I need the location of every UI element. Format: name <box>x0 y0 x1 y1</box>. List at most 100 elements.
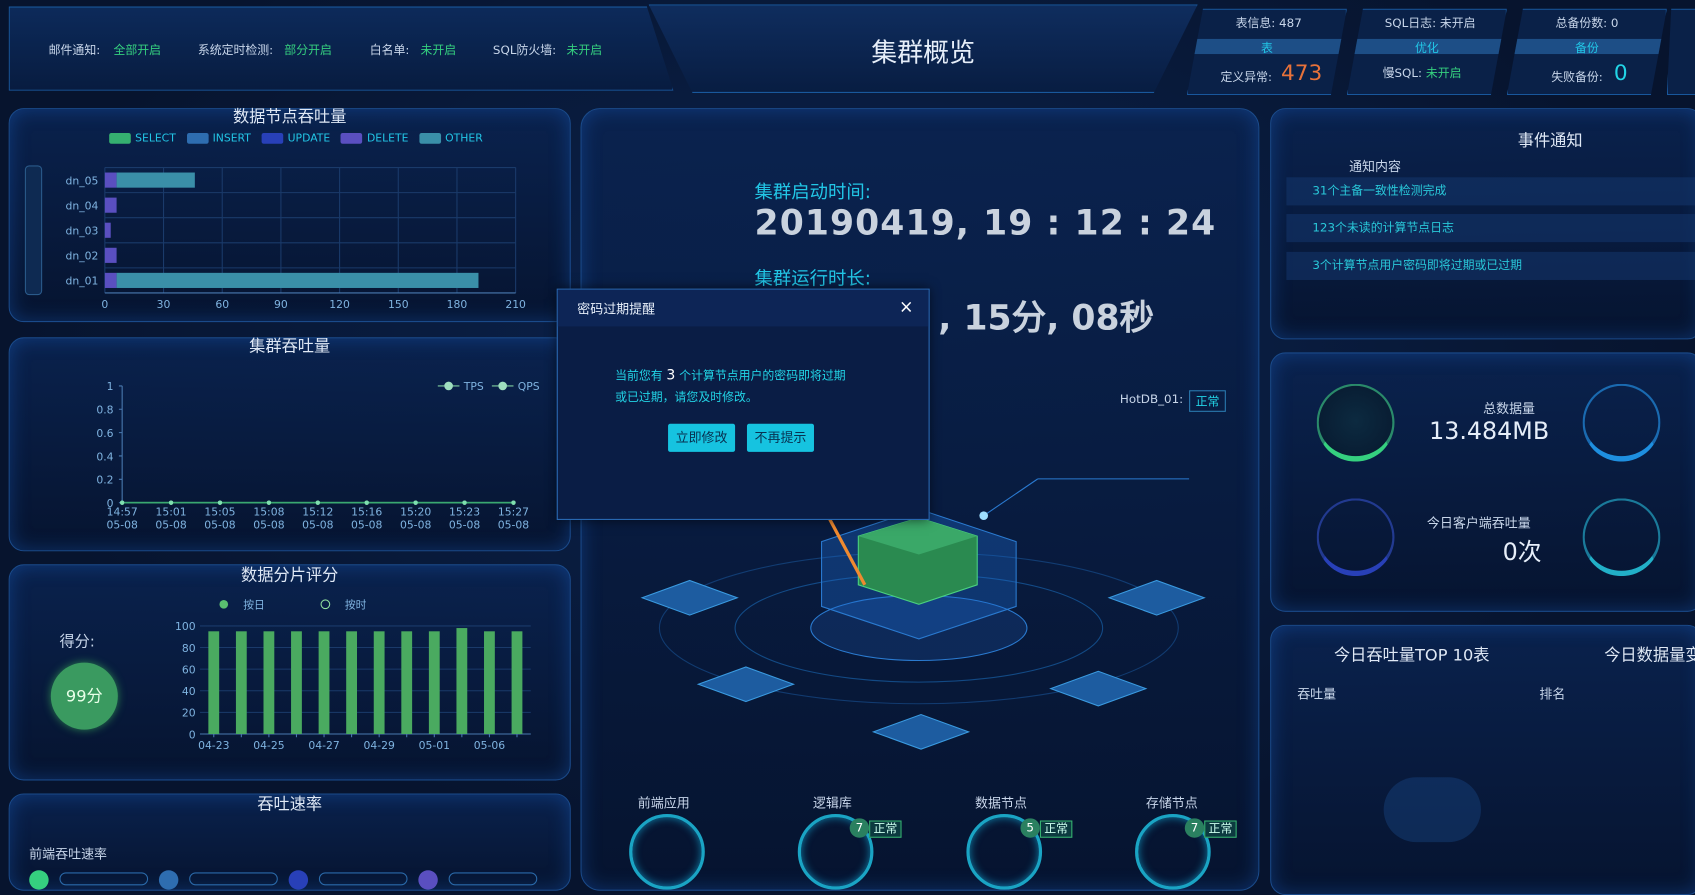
x-tick-label: 05-08 <box>155 519 187 532</box>
x-tick-label: 04-27 <box>308 739 339 752</box>
x-tick-label: 15:16 <box>351 506 382 519</box>
stat-band: 备份 <box>1507 38 1666 55</box>
run-label: 集群运行时长: <box>754 268 871 290</box>
timer-value[interactable]: 部分开启 <box>284 41 332 58</box>
y-tick-label: 0.8 <box>96 404 113 417</box>
x-tick-label: 0 <box>101 298 108 311</box>
stat-bottom-label: 定义异常: <box>1220 70 1273 85</box>
data-point <box>315 500 320 505</box>
firewall-value[interactable]: 未开启 <box>566 41 602 58</box>
client-throughput-label: 今日客户端吞吐量 <box>1426 515 1531 531</box>
rate-panel: 吞吐速率 前端吞吐速率 <box>8 793 571 891</box>
modal-msg-pre: 当前您有 <box>615 368 663 383</box>
node-label: 存储节点 <box>1145 795 1198 811</box>
x-tick-label: 05-08 <box>253 519 285 532</box>
rate-dot <box>418 870 438 890</box>
stat-backup[interactable]: 总备份数: 0 备份 失败备份: 0 <box>1506 8 1667 96</box>
close-icon[interactable]: × <box>899 296 913 317</box>
start-label: 集群启动时间: <box>754 181 871 204</box>
stat-bottom-value: 0 <box>1613 59 1628 86</box>
stat-optimize[interactable]: SQL日志: 未开启 优化 慢SQL: 未开启 <box>1346 8 1507 96</box>
fix-now-button[interactable]: 立即修改 <box>668 423 736 452</box>
data-point <box>413 500 418 505</box>
node-status: 正常 <box>1204 820 1237 838</box>
node-label: 数据节点 <box>975 795 1027 811</box>
stat-top-label: 表信息: <box>1235 16 1276 31</box>
rate-subtitle: 前端吞吐速率 <box>29 846 108 862</box>
legend-marker <box>498 381 507 391</box>
bar <box>263 631 275 734</box>
y-tick-label: 60 <box>182 663 196 676</box>
x-tick-label: 05-08 <box>400 519 432 532</box>
event-item[interactable]: 3个计算节点用户密码即将过期或已过期 <box>1286 251 1695 280</box>
x-tick-label: 15:12 <box>302 506 333 519</box>
node-throughput-chart: 0 30 60 90 120 150 180 210 dn_05 dn_04 dn_03 dn_02d… <box>66 167 526 311</box>
x-tick-label: 05-08 <box>302 519 334 532</box>
top10-col-rank: 排名 <box>1539 686 1566 702</box>
y-tick-label: 0.4 <box>96 450 113 463</box>
x-tick-label: 05-08 <box>449 519 481 532</box>
dont-remind-button[interactable]: 不再提示 <box>746 423 814 452</box>
x-tick-label: 15:27 <box>498 506 529 519</box>
total-data-label: 总数据量 <box>1483 401 1536 417</box>
hotdb-status[interactable]: 正常 <box>1189 390 1226 412</box>
frontend-node-icon[interactable] <box>629 813 705 890</box>
bar-segment <box>104 172 117 188</box>
stat-table[interactable]: 表信息: 487 表 定义异常: 473 <box>1186 8 1347 96</box>
total-data-trend-gauge <box>1582 383 1661 462</box>
bar-segment <box>104 197 117 213</box>
modal-msg-count: 3 <box>666 367 676 384</box>
x-tick-label: 15:05 <box>204 506 235 519</box>
y-tick-label: 0.2 <box>96 474 113 487</box>
stat-top-label: 总备份数: <box>1555 16 1608 31</box>
x-tick-label: 04-29 <box>363 739 395 752</box>
top10-col-throughput: 吞吐量 <box>1297 686 1337 702</box>
stat-top-value: 487 <box>1279 16 1302 31</box>
page-title: 集群概览 <box>871 37 976 69</box>
rate-bar <box>189 872 278 886</box>
whitelist-value[interactable]: 未开启 <box>421 41 457 58</box>
bar <box>373 631 385 734</box>
x-tick-label: 180 <box>447 298 468 311</box>
stat-bottom-value: 473 <box>1280 59 1323 86</box>
rate-dot <box>288 870 309 890</box>
stat-band: 优化 <box>1348 38 1506 55</box>
node-status: 正常 <box>1039 820 1073 838</box>
stat-bottom-label: 慢SQL: <box>1382 65 1423 80</box>
whitelist-label: 白名单: <box>369 43 410 58</box>
data-point <box>462 500 467 505</box>
legend-marker <box>219 599 229 609</box>
y-tick-label: dn_04 <box>66 199 99 212</box>
data-point <box>266 500 272 505</box>
y-tick-label: 0.6 <box>96 427 113 440</box>
stat-band: 表 <box>1188 38 1346 55</box>
data-point <box>119 500 125 505</box>
stat-top-label: SQL日志: <box>1384 16 1437 31</box>
header: 集群概览 <box>648 4 1198 93</box>
event-item[interactable]: 123个未读的计算节点日志 <box>1286 214 1695 243</box>
stat-more <box>1666 8 1695 96</box>
hotdb-label: HotDB_01: <box>1119 392 1184 407</box>
x-tick-label: 150 <box>388 298 409 311</box>
event-item[interactable]: 31个主备一致性检测完成 <box>1286 177 1695 206</box>
mail-value[interactable]: 全部开启 <box>114 41 162 58</box>
x-tick-label: 90 <box>274 298 288 311</box>
x-tick-label: 04-23 <box>198 739 229 752</box>
bar <box>401 631 413 734</box>
bar-segment <box>104 247 117 263</box>
x-tick-label: 05-01 <box>419 739 450 752</box>
data-point <box>364 500 369 505</box>
shard-score-chart: 按日 按时 0 20 40 60 80 100 04-23 04-25 04-27 04-29 05-0… <box>175 598 531 752</box>
node-label: 逻辑库 <box>812 795 852 811</box>
stat-bottom-label: 失败备份: <box>1551 70 1603 85</box>
x-tick-label: 15:23 <box>449 506 480 519</box>
bar-segment <box>116 172 195 188</box>
x-tick-label: 30 <box>157 298 171 311</box>
legend-marker <box>444 381 453 391</box>
y-tick-label: 20 <box>182 707 196 720</box>
bar <box>456 628 468 734</box>
y-tick-label: dn_02 <box>66 250 99 263</box>
x-tick-label: 05-08 <box>204 519 236 532</box>
stat-bottom-value: 未开启 <box>1425 65 1462 80</box>
y-tick-label: 1 <box>107 380 114 393</box>
